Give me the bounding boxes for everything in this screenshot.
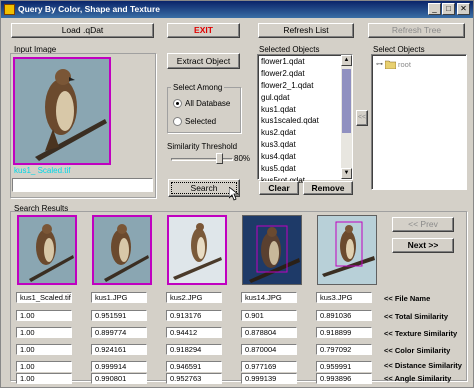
- file-name-field: kus1_Scaled.tif: [16, 292, 72, 303]
- refresh-list-button[interactable]: Refresh List: [258, 23, 354, 38]
- remove-button[interactable]: Remove: [303, 181, 353, 195]
- total-similarity-field: 1.00: [16, 310, 72, 321]
- hawk-thumbnail: [169, 217, 225, 283]
- select-objects-label: Select Objects: [373, 45, 425, 54]
- select-among-title: Select Among: [171, 83, 225, 92]
- tree-root-label[interactable]: root: [398, 60, 411, 69]
- hawk-thumbnail: [94, 217, 150, 283]
- total-similarity-field: 0.951591: [91, 310, 147, 321]
- minimize-button[interactable]: _: [428, 3, 441, 15]
- total-similarity-field: 0.901: [241, 310, 297, 321]
- total-similarity-field: 0.891036: [316, 310, 372, 321]
- main-window: Query By Color, Shape and Texture _ □ ✕ …: [0, 0, 474, 388]
- clear-button[interactable]: Clear: [259, 181, 299, 195]
- similarity-slider-thumb[interactable]: [216, 153, 223, 164]
- angle-similarity-field: 0.999139: [241, 373, 297, 384]
- exit-button[interactable]: EXIT: [167, 23, 240, 38]
- load-qdat-button[interactable]: Load .qDat: [11, 23, 154, 38]
- hawk-thumbnail: [243, 216, 301, 284]
- color-similarity-field: 0.924161: [91, 344, 147, 355]
- select-objects-tree[interactable]: ⊶ root: [371, 54, 467, 190]
- input-path-field[interactable]: [12, 178, 153, 192]
- angle-similarity-field: 0.990801: [91, 373, 147, 384]
- texture-similarity-field: 0.899774: [91, 327, 147, 338]
- scroll-down-icon[interactable]: ▼: [341, 168, 352, 179]
- next-button[interactable]: Next >>: [392, 238, 454, 253]
- texture-similarity-field: 1.00: [16, 327, 72, 338]
- total-similarity-row-label: << Total Similarity: [384, 312, 449, 321]
- angle-similarity-field: 0.993896: [316, 373, 372, 384]
- result-thumbnail[interactable]: [317, 215, 377, 285]
- color-similarity-field: 1.00: [16, 344, 72, 355]
- list-item[interactable]: kus1scaled.qdat: [259, 115, 342, 127]
- file-name-field: kus2.JPG: [166, 292, 222, 303]
- list-item[interactable]: flower2.qdat: [259, 68, 342, 80]
- color-similarity-row-label: << Color Similarity: [384, 346, 451, 355]
- list-item[interactable]: kus4.qdat: [259, 151, 342, 163]
- select-among-group: [167, 87, 241, 133]
- texture-similarity-row-label: << Texture Similarity: [384, 329, 458, 338]
- scroll-thumb[interactable]: [342, 69, 351, 133]
- hawk-thumbnail: [318, 216, 376, 284]
- selected-objects-list[interactable]: flower1.qdat flower2.qdat flower2_1.qdat…: [257, 54, 353, 185]
- refresh-tree-button[interactable]: Refresh Tree: [368, 23, 465, 38]
- total-similarity-field: 0.913176: [166, 310, 222, 321]
- move-to-selected-button[interactable]: <<: [356, 110, 368, 126]
- list-item[interactable]: kus3.qdat: [259, 139, 342, 151]
- file-name-field: kus3.JPG: [316, 292, 372, 303]
- distance-similarity-field: 0.977169: [241, 361, 297, 372]
- color-similarity-field: 0.797092: [316, 344, 372, 355]
- close-button[interactable]: ✕: [457, 3, 470, 15]
- input-image: [13, 57, 111, 165]
- input-image-caption: kus1_ Scaled.tif: [14, 166, 71, 175]
- angle-similarity-field: 0.952763: [166, 373, 222, 384]
- list-item[interactable]: kus5.qdat: [259, 163, 342, 175]
- app-icon: [4, 4, 15, 15]
- angle-similarity-field: 1.00: [16, 373, 72, 384]
- mouse-cursor-icon: [229, 187, 239, 201]
- list-scrollbar[interactable]: ▲ ▼: [341, 55, 352, 179]
- color-similarity-field: 0.918294: [166, 344, 222, 355]
- list-item[interactable]: flower2_1.qdat: [259, 80, 342, 92]
- list-item[interactable]: gul.qdat: [259, 92, 342, 104]
- texture-similarity-field: 0.94412: [166, 327, 222, 338]
- selected-radio[interactable]: [173, 117, 182, 126]
- folder-icon: [385, 60, 396, 69]
- file-name-field: kus1.JPG: [91, 292, 147, 303]
- all-database-label: All Database: [185, 99, 231, 108]
- file-name-field: kus14.JPG: [241, 292, 297, 303]
- similarity-threshold-label: Similarity Threshold: [167, 142, 238, 151]
- title-bar: Query By Color, Shape and Texture _ □ ✕: [1, 1, 473, 18]
- texture-similarity-field: 0.918899: [316, 327, 372, 338]
- all-database-radio[interactable]: [173, 99, 182, 108]
- result-thumbnail[interactable]: [167, 215, 227, 285]
- window-title: Query By Color, Shape and Texture: [18, 4, 161, 14]
- angle-similarity-row-label: << Angle Similarity: [384, 374, 452, 383]
- list-item[interactable]: kus1.qdat: [259, 104, 342, 116]
- selected-objects-label: Selected Objects: [259, 45, 320, 54]
- extract-object-button[interactable]: Extract Object: [167, 53, 240, 69]
- tree-expand-icon[interactable]: ⊶: [376, 60, 383, 68]
- similarity-value: 80%: [234, 154, 251, 163]
- selected-label: Selected: [185, 117, 217, 126]
- result-thumbnail[interactable]: [92, 215, 152, 285]
- maximize-button[interactable]: □: [442, 3, 455, 15]
- distance-similarity-field: 0.959991: [316, 361, 372, 372]
- prev-button[interactable]: << Prev: [392, 217, 454, 232]
- hawk-thumbnail: [19, 217, 75, 283]
- file-name-row-label: << File Name: [384, 294, 431, 303]
- color-similarity-field: 0.870004: [241, 344, 297, 355]
- distance-similarity-field: 0.946591: [166, 361, 222, 372]
- distance-similarity-row-label: << Distance Similarity: [384, 361, 462, 370]
- scroll-up-icon[interactable]: ▲: [341, 55, 352, 66]
- result-thumbnail[interactable]: [17, 215, 77, 285]
- list-item[interactable]: kus2.qdat: [259, 127, 342, 139]
- distance-similarity-field: 1.00: [16, 361, 72, 372]
- texture-similarity-field: 0.878804: [241, 327, 297, 338]
- list-item[interactable]: flower1.qdat: [259, 56, 342, 68]
- distance-similarity-field: 0.999914: [91, 361, 147, 372]
- result-thumbnail[interactable]: [242, 215, 302, 285]
- similarity-slider-track[interactable]: [171, 158, 233, 161]
- hawk-picture: [15, 59, 109, 163]
